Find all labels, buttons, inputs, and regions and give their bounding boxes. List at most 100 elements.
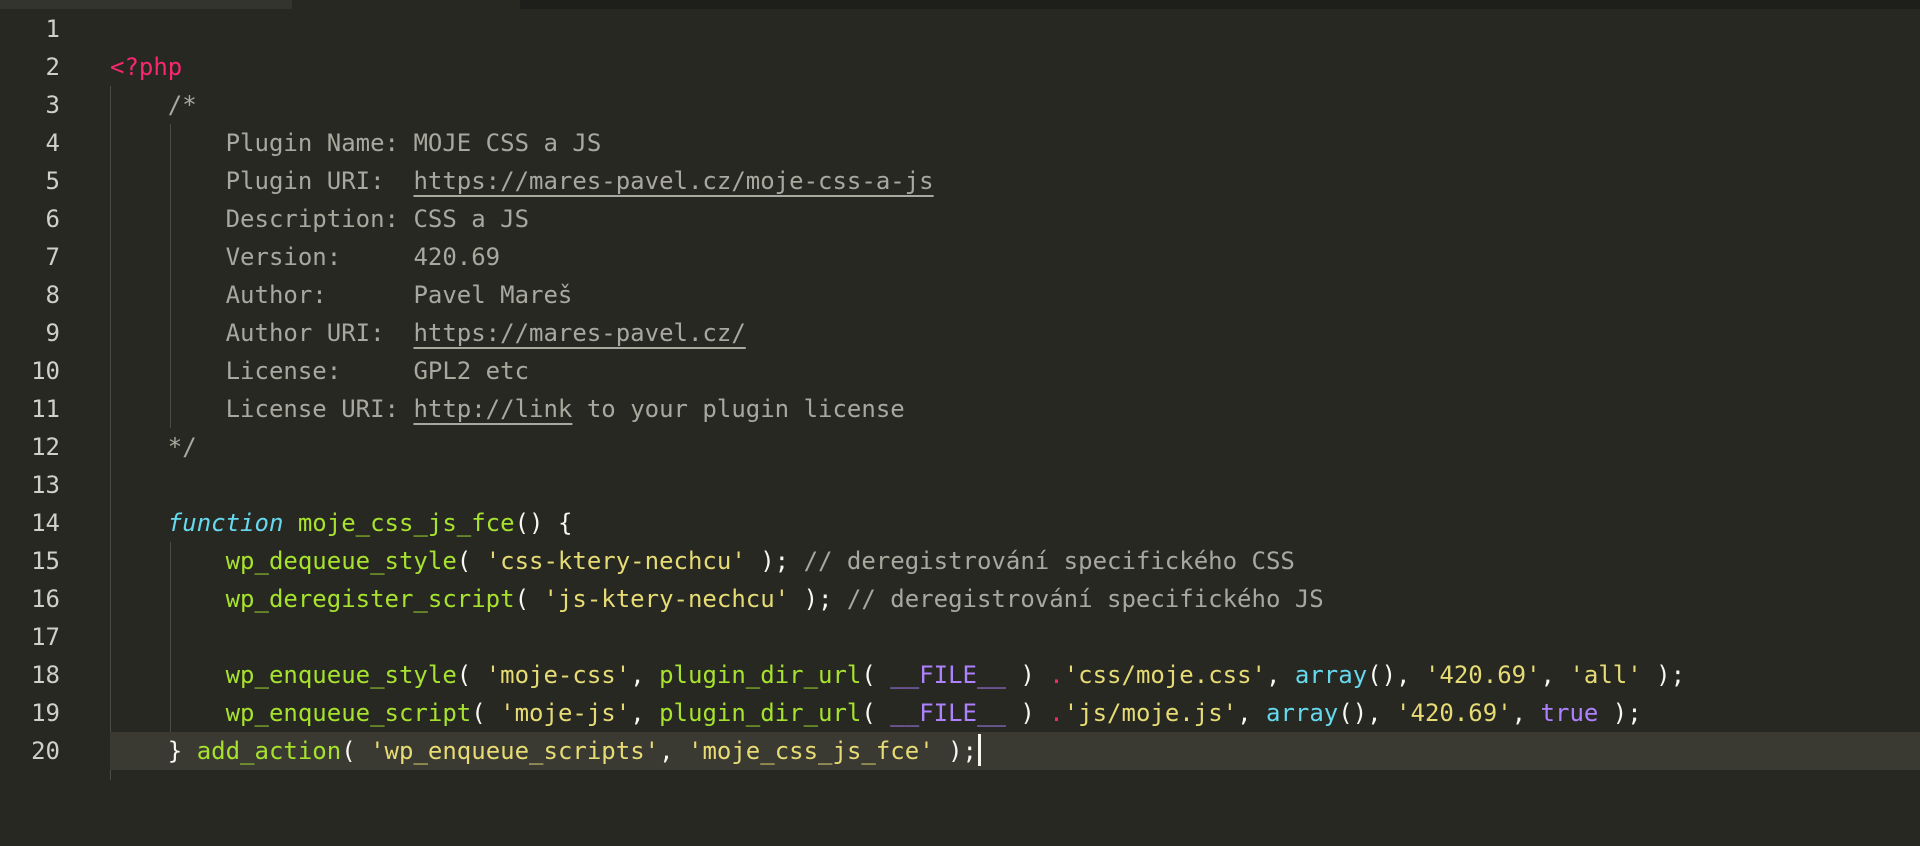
- text-cursor: [978, 734, 981, 766]
- line-number: 3: [45, 91, 60, 119]
- function-call: add_action: [196, 737, 342, 765]
- function-keyword: function: [167, 509, 284, 537]
- code-text: Plugin Name: MOJE CSS a JS: [110, 124, 602, 162]
- string-literal: 'css-ktery-nechcu': [485, 547, 746, 575]
- tab-active[interactable]: [0, 0, 292, 9]
- function-call: wp_dequeue_style: [225, 547, 457, 575]
- code-line: 6 Description: CSS a JS: [0, 200, 1920, 238]
- php-open-tag: <?php: [110, 53, 183, 81]
- line-number: 15: [31, 547, 60, 575]
- string-literal: 'wp_enqueue_scripts': [370, 737, 660, 765]
- line-number: 4: [45, 129, 60, 157]
- line-number: 10: [31, 357, 60, 385]
- comment-close: */: [167, 433, 197, 461]
- function-call: wp_enqueue_style: [225, 661, 457, 689]
- header-key: Version:: [225, 243, 414, 271]
- function-call: plugin_dir_url: [659, 699, 862, 727]
- code-line: 1: [0, 10, 1920, 48]
- array-keyword: array: [1294, 661, 1368, 689]
- string-literal: 'js/moje.js': [1063, 699, 1238, 727]
- code-line: 12 */: [0, 428, 1920, 466]
- line-number: 20: [31, 737, 60, 765]
- code-text: /*: [110, 86, 197, 124]
- code-text: function moje_css_js_fce() {: [110, 504, 573, 542]
- line-number: 2: [45, 53, 60, 81]
- code-text: License URI: http://link to your plugin …: [110, 390, 905, 428]
- header-value: MOJE CSS a JS: [413, 129, 602, 157]
- header-value: GPL2 etc: [413, 357, 530, 385]
- line-number: 19: [31, 699, 60, 727]
- header-key: Description:: [225, 205, 414, 233]
- code-line: 14 function moje_css_js_fce() {: [0, 504, 1920, 542]
- code-line: 2 <?php: [0, 48, 1920, 86]
- code-line: 9 Author URI: https://mares-pavel.cz/: [0, 314, 1920, 352]
- line-number: 13: [31, 471, 60, 499]
- code-line: 19 wp_enqueue_script( 'moje-js', plugin_…: [0, 694, 1920, 732]
- line-number: 11: [31, 395, 60, 423]
- function-call: wp_deregister_script: [225, 585, 515, 613]
- line-number: 16: [31, 585, 60, 613]
- function-name: moje_css_js_fce: [297, 509, 515, 537]
- code-text: wp_enqueue_script( 'moje-js', plugin_dir…: [225, 699, 1642, 727]
- tab-bar-empty: [520, 0, 1920, 9]
- line-number: 5: [45, 167, 60, 195]
- header-key: Plugin Name:: [225, 129, 414, 157]
- code-text: License: GPL2 etc: [110, 352, 529, 390]
- code-line: 4 Plugin Name: MOJE CSS a JS: [0, 124, 1920, 162]
- string-literal: '420.69': [1396, 699, 1512, 727]
- header-value: 420.69: [413, 243, 501, 271]
- code-line: 8 Author: Pavel Mareš: [0, 276, 1920, 314]
- code-text: Author URI: https://mares-pavel.cz/: [110, 314, 746, 352]
- tab-bar: [0, 0, 1920, 10]
- line-number: 9: [45, 319, 60, 347]
- function-call: wp_enqueue_script: [225, 699, 472, 727]
- string-literal: '420.69': [1424, 661, 1541, 689]
- code-text: wp_deregister_script( 'js-ktery-nechcu' …: [225, 585, 1324, 613]
- line-comment: // deregistrování specifického JS: [846, 585, 1324, 613]
- code-text: Description: CSS a JS: [110, 200, 529, 238]
- code-text: wp_enqueue_style( 'moje-css', plugin_dir…: [225, 661, 1686, 689]
- line-number: 14: [31, 509, 60, 537]
- line-number: 8: [45, 281, 60, 309]
- code-text: Version: 420.69: [110, 238, 501, 276]
- string-literal: 'moje_css_js_fce': [688, 737, 934, 765]
- header-key: Author URI:: [225, 319, 414, 347]
- string-literal: 'moje-js': [500, 699, 631, 727]
- line-number: 6: [45, 205, 60, 233]
- string-literal: 'moje-css': [485, 661, 631, 689]
- code-text: wp_dequeue_style( 'css-ktery-nechcu' ); …: [225, 547, 1295, 575]
- code-line: 5 Plugin URI: https://mares-pavel.cz/moj…: [0, 162, 1920, 200]
- license-uri-link[interactable]: http://link: [413, 395, 572, 423]
- magic-constant: __FILE__: [890, 699, 1006, 727]
- code-text: <?php: [110, 48, 182, 86]
- code-line: 15 wp_dequeue_style( 'css-ktery-nechcu' …: [0, 542, 1920, 580]
- line-number: 17: [31, 623, 60, 651]
- code-line: 17: [0, 618, 1920, 656]
- header-value: Pavel Mareš: [413, 281, 573, 309]
- comment-open: /*: [167, 91, 197, 119]
- header-key: Author:: [225, 281, 414, 309]
- array-keyword: array: [1266, 699, 1339, 727]
- code-line: 7 Version: 420.69: [0, 238, 1920, 276]
- code-line: 11 License URI: http://link to your plug…: [0, 390, 1920, 428]
- author-uri-link[interactable]: https://mares-pavel.cz/: [413, 319, 745, 347]
- header-value: CSS a JS: [413, 205, 530, 233]
- punctuation: }: [167, 737, 197, 765]
- code-line: 3 /*: [0, 86, 1920, 124]
- plugin-uri-link[interactable]: https://mares-pavel.cz/moje-css-a-js: [413, 167, 933, 195]
- code-text: Author: Pavel Mareš: [110, 276, 573, 314]
- punctuation: () {: [514, 509, 573, 537]
- code-line: 16 wp_deregister_script( 'js-ktery-nechc…: [0, 580, 1920, 618]
- code-text: Plugin URI: https://mares-pavel.cz/moje-…: [110, 162, 934, 200]
- boolean-constant: true: [1540, 699, 1599, 727]
- code-editor[interactable]: 1 2 <?php 3 /* 4 Plugin Name: MOJE CSS a…: [0, 10, 1920, 846]
- string-literal: 'js-ktery-nechcu': [543, 585, 790, 613]
- string-literal: 'all': [1569, 661, 1642, 689]
- code-line: 10 License: GPL2 etc: [0, 352, 1920, 390]
- concat-operator: .: [1049, 661, 1064, 689]
- line-comment: // deregistrování specifického CSS: [803, 547, 1295, 575]
- magic-constant: __FILE__: [890, 661, 1006, 689]
- header-key: License URI:: [225, 395, 414, 423]
- header-value: to your plugin license: [572, 395, 905, 423]
- line-number: 1: [45, 15, 60, 43]
